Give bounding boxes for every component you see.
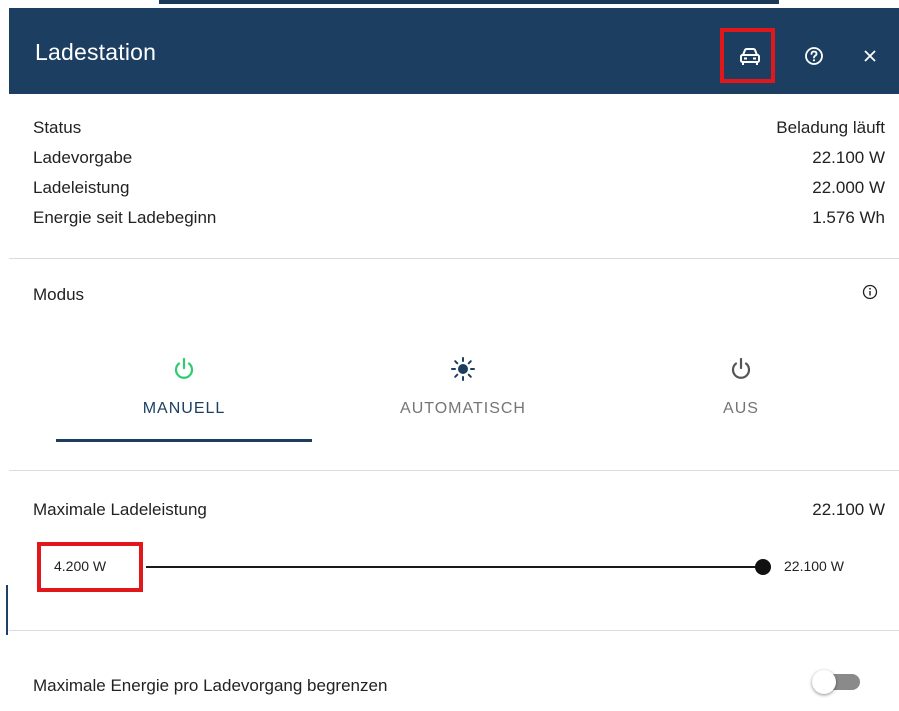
car-button-highlight	[720, 28, 775, 83]
max-power-slider-track[interactable]	[146, 566, 763, 568]
charging-station-dialog: Ladestation Status Beladung läuft Ladevo…	[9, 0, 899, 711]
toggle-knob	[812, 670, 836, 694]
divider	[9, 258, 899, 259]
power-icon	[731, 357, 751, 379]
tab-manuell-label: MANUELL	[142, 400, 226, 417]
tab-automatisch[interactable]: AUTOMATISCH	[335, 355, 591, 443]
status-label: Status	[33, 118, 82, 137]
dialog-header: Ladestation	[9, 8, 899, 94]
divider	[9, 630, 899, 631]
energy-since-start-label: Energie seit Ladebeginn	[33, 208, 217, 227]
tab-aus[interactable]: AUS	[613, 355, 869, 443]
help-button[interactable]	[796, 38, 832, 74]
status-value: Beladung läuft	[776, 118, 885, 137]
tab-aus-label: AUS	[723, 400, 759, 417]
left-edge-strip	[0, 0, 9, 711]
charge-target-row: Ladevorgabe 22.100 W	[33, 148, 885, 172]
energy-limit-toggle[interactable]	[812, 670, 862, 694]
charge-power-label: Ladeleistung	[33, 178, 130, 197]
max-power-value: 22.100 W	[812, 500, 885, 519]
energy-since-start-value: 1.576 Wh	[812, 208, 885, 227]
tab-automatisch-label: AUTOMATISCH	[400, 400, 526, 417]
charge-target-value: 22.100 W	[812, 148, 885, 167]
tab-manuell[interactable]: MANUELL	[56, 355, 312, 443]
close-button[interactable]	[852, 38, 888, 74]
status-row: Status Beladung läuft	[33, 118, 885, 142]
selected-tab-indicator	[56, 439, 312, 442]
max-power-slider-thumb[interactable]	[755, 559, 771, 575]
energy-limit-label: Maximale Energie pro Ladevorgang begrenz…	[33, 676, 388, 695]
top-edge-line	[159, 0, 779, 4]
slider-max-label: 22.100 W	[784, 558, 844, 574]
max-power-label: Maximale Ladeleistung	[33, 500, 207, 519]
left-edge-accent	[6, 585, 8, 635]
help-circle-icon	[805, 47, 823, 65]
charge-power-value: 22.000 W	[812, 178, 885, 197]
charge-target-label: Ladevorgabe	[33, 148, 133, 167]
info-icon	[862, 284, 878, 300]
min-label-highlight	[37, 542, 143, 592]
mode-info-button[interactable]	[861, 283, 879, 301]
divider	[9, 470, 899, 471]
close-icon	[864, 50, 876, 62]
dialog-title: Ladestation	[35, 39, 157, 65]
power-icon	[174, 357, 194, 379]
sun-icon	[451, 357, 475, 381]
charge-power-row: Ladeleistung 22.000 W	[33, 178, 885, 202]
status-section: Status Beladung läuft Ladevorgabe 22.100…	[9, 94, 899, 258]
energy-since-start-row: Energie seit Ladebeginn 1.576 Wh	[33, 208, 885, 232]
mode-title: Modus	[33, 285, 85, 304]
